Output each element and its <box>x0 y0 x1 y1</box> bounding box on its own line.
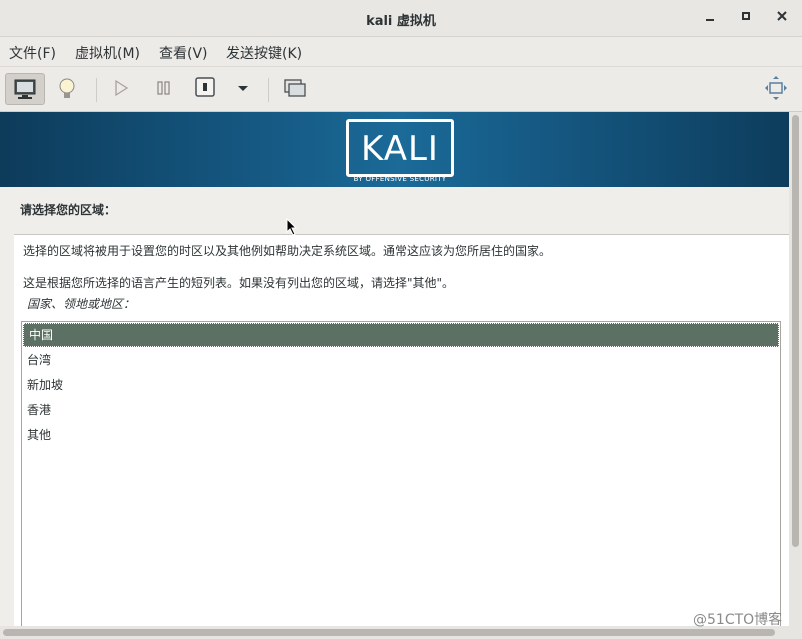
pause-button[interactable] <box>144 73 184 105</box>
dropdown-icon <box>238 86 248 91</box>
run-button[interactable] <box>101 73 141 105</box>
menu-vm[interactable]: 虚拟机(M) <box>75 43 140 63</box>
menu-send-keys[interactable]: 发送按键(K) <box>226 43 302 63</box>
shutdown-button[interactable] <box>186 73 226 105</box>
close-icon <box>777 11 787 21</box>
minimize-button[interactable] <box>700 8 720 28</box>
fullscreen-button[interactable] <box>756 73 796 105</box>
shortlist-description: 这是根据您所选择的语言产生的短列表。如果没有列出您的区域，请选择"其他"。 <box>23 276 455 290</box>
list-item-other[interactable]: 其他 <box>22 423 780 448</box>
maximize-button[interactable] <box>736 8 756 28</box>
region-prompt: 请选择您的区域： <box>20 203 117 217</box>
list-item-china[interactable]: 中国 <box>23 323 779 347</box>
console-view-button[interactable] <box>5 73 45 105</box>
toolbar-separator <box>96 78 97 102</box>
maximize-icon <box>742 12 750 20</box>
pause-icon <box>157 81 170 95</box>
fullscreen-icon <box>765 76 787 100</box>
snapshot-icon <box>284 79 306 97</box>
close-button[interactable] <box>772 8 792 28</box>
kali-banner: KALI BY OFFENSIVE SECURITY <box>0 112 802 187</box>
vm-display[interactable]: KALI BY OFFENSIVE SECURITY 请选择您的区域： 选择的区… <box>0 112 802 639</box>
monitor-icon <box>14 79 36 99</box>
window-titlebar: kali 虚拟机 <box>0 0 802 37</box>
kali-logo-text: KALI <box>361 129 439 169</box>
menubar: 文件(F) 虚拟机(M) 查看(V) 发送按键(K) <box>0 37 802 66</box>
snapshot-button[interactable] <box>274 73 314 105</box>
list-item-hong-kong[interactable]: 香港 <box>22 398 780 423</box>
stop-icon <box>195 77 215 97</box>
list-item-taiwan[interactable]: 台湾 <box>22 348 780 373</box>
mouse-pointer-icon <box>286 217 298 239</box>
menu-view[interactable]: 查看(V) <box>159 43 208 63</box>
region-description: 选择的区域将被用于设置您的时区以及其他例如帮助决定系统区域。通常这应该为您所居住… <box>23 244 552 258</box>
window-title: kali 虚拟机 <box>366 14 436 29</box>
country-list-label: 国家、领地或地区： <box>27 297 136 311</box>
kali-logo-subtitle: BY OFFENSIVE SECURITY <box>353 175 447 183</box>
shutdown-menu-button[interactable] <box>223 73 263 105</box>
bulb-icon <box>59 78 75 98</box>
vertical-scroll-thumb[interactable] <box>792 115 799 547</box>
horizontal-scroll-thumb[interactable] <box>3 629 775 636</box>
minimize-icon <box>706 19 714 21</box>
vertical-scrollbar[interactable] <box>789 112 802 639</box>
horizontal-scrollbar[interactable] <box>0 626 789 639</box>
list-item-singapore[interactable]: 新加坡 <box>22 373 780 398</box>
toolbar <box>0 66 802 112</box>
watermark: @51CTO博客 <box>693 612 783 628</box>
country-list[interactable]: 中国 台湾 新加坡 香港 其他 <box>21 321 781 639</box>
details-button[interactable] <box>47 73 87 105</box>
play-icon <box>115 79 129 97</box>
menu-file[interactable]: 文件(F) <box>9 43 56 63</box>
toolbar-separator <box>268 78 269 102</box>
kali-logo: KALI <box>346 119 454 177</box>
